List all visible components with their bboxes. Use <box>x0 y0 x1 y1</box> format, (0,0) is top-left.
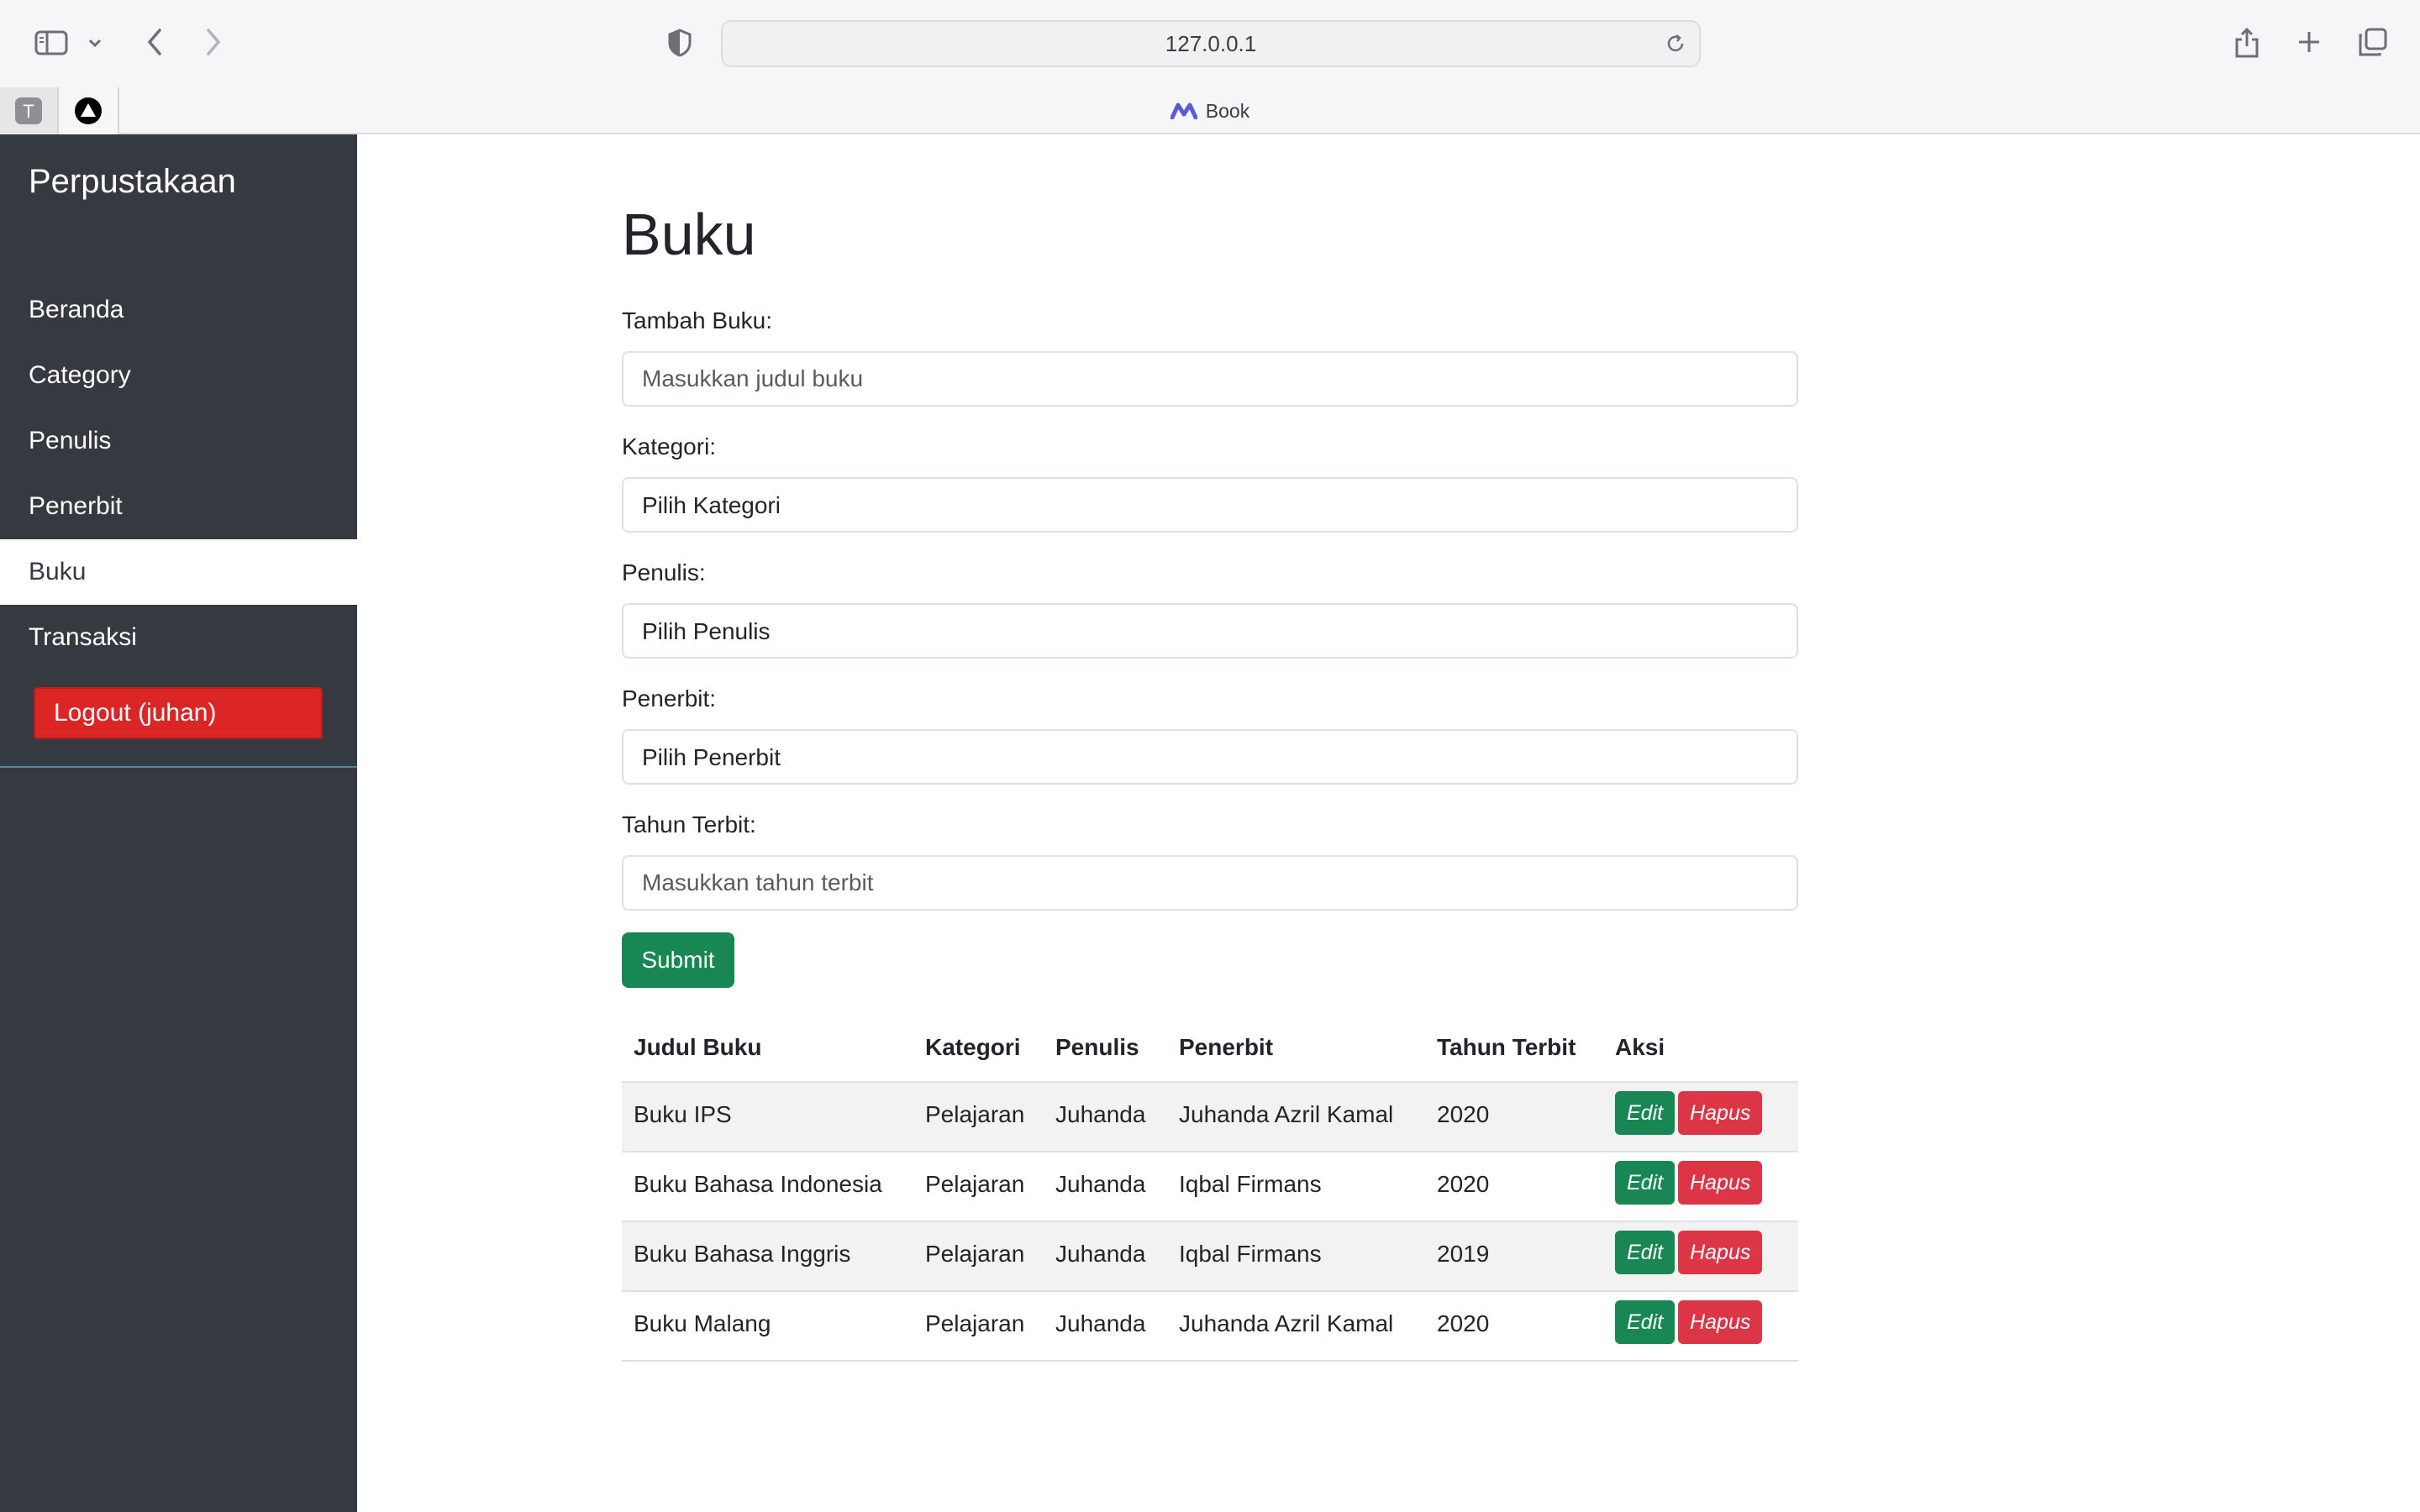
browser-toolbar: 127.0.0.1 <box>0 0 2420 87</box>
tab-strip <box>0 87 2420 134</box>
cell-judul: Buku Bahasa Indonesia <box>622 1152 913 1222</box>
edit-button[interactable]: Edit <box>1615 1231 1676 1274</box>
pinned-tab-favicon: T <box>15 97 42 124</box>
cell-kategori: Pelajaran <box>913 1082 1044 1152</box>
cell-tahun: 2020 <box>1425 1291 1603 1362</box>
sidebar-divider <box>0 766 357 768</box>
cell-penerbit: Iqbal Firmans <box>1167 1221 1425 1292</box>
cell-penerbit: Juhanda Azril Kamal <box>1167 1291 1425 1362</box>
cell-tahun: 2019 <box>1425 1221 1603 1292</box>
cell-aksi: Edit Hapus <box>1603 1082 1798 1152</box>
pinned-tab-triangle[interactable] <box>59 87 119 134</box>
cell-aksi: Edit Hapus <box>1603 1221 1798 1292</box>
penerbit-label: Penerbit: <box>622 685 717 711</box>
tahun-input[interactable] <box>622 855 1798 911</box>
header-penulis: Penulis <box>1044 1013 1167 1083</box>
edit-button[interactable]: Edit <box>1615 1161 1676 1205</box>
hapus-button[interactable]: Hapus <box>1678 1300 1763 1344</box>
sidebar-item-buku[interactable]: Buku <box>0 539 357 605</box>
sidebar-item-transaksi[interactable]: Transaksi <box>0 605 357 670</box>
cell-tahun: 2020 <box>1425 1152 1603 1222</box>
cell-kategori: Pelajaran <box>913 1152 1044 1222</box>
hapus-button[interactable]: Hapus <box>1678 1231 1763 1274</box>
cell-penulis: Juhanda <box>1044 1152 1167 1222</box>
cell-judul: Buku Bahasa Inggris <box>622 1221 913 1292</box>
books-table: Judul Buku Kategori Penulis Penerbit Tah… <box>622 1013 1798 1362</box>
pinned-tab-t[interactable]: T <box>0 87 59 134</box>
tahun-label: Tahun Terbit: <box>622 811 756 837</box>
forward-arrow-icon[interactable] <box>198 25 229 59</box>
sidebar-item-penerbit[interactable]: Penerbit <box>0 474 357 539</box>
sidebar-item-penulis[interactable]: Penulis <box>0 408 357 474</box>
hapus-button[interactable]: Hapus <box>1678 1091 1763 1135</box>
cell-penulis: Juhanda <box>1044 1221 1167 1292</box>
new-tab-plus-icon[interactable] <box>2294 27 2324 57</box>
table-row: Buku Bahasa Indonesia Pelajaran Juhanda … <box>622 1152 1798 1222</box>
reload-icon[interactable] <box>1664 32 1687 61</box>
cell-penerbit: Juhanda Azril Kamal <box>1167 1082 1425 1152</box>
brand-title[interactable]: Perpustakaan <box>29 163 236 201</box>
table-row: Buku Bahasa Inggris Pelajaran Juhanda Iq… <box>622 1221 1798 1292</box>
judul-label: Tambah Buku: <box>622 307 772 333</box>
back-arrow-icon[interactable] <box>139 25 170 59</box>
kategori-select[interactable]: Pilih Kategori <box>622 477 1798 533</box>
address-bar[interactable]: 127.0.0.1 <box>721 20 1701 67</box>
edit-button[interactable]: Edit <box>1615 1091 1676 1135</box>
header-aksi: Aksi <box>1603 1013 1798 1083</box>
chevron-down-icon[interactable] <box>84 32 106 54</box>
cell-judul: Buku IPS <box>622 1082 913 1152</box>
tab-overview-icon[interactable] <box>2356 25 2390 59</box>
cell-kategori: Pelajaran <box>913 1221 1044 1292</box>
cell-kategori: Pelajaran <box>913 1291 1044 1362</box>
sidebar-item-category[interactable]: Category <box>0 343 357 408</box>
logout-button[interactable]: Logout (juhan) <box>34 687 323 739</box>
cell-judul: Buku Malang <box>622 1291 913 1362</box>
shield-icon[interactable] <box>664 27 696 59</box>
url-text: 127.0.0.1 <box>1165 30 1257 56</box>
cell-aksi: Edit Hapus <box>1603 1152 1798 1222</box>
pinned-tab-letter: T <box>23 101 34 122</box>
sidebar-nav: Beranda Category Penulis Penerbit Buku T… <box>0 277 357 670</box>
edit-button[interactable]: Edit <box>1615 1300 1676 1344</box>
cell-aksi: Edit Hapus <box>1603 1291 1798 1362</box>
kategori-label: Kategori: <box>622 433 717 459</box>
header-tahun: Tahun Terbit <box>1425 1013 1603 1083</box>
header-judul: Judul Buku <box>622 1013 913 1083</box>
penulis-label: Penulis: <box>622 559 706 585</box>
triangle-logo-icon <box>75 97 102 124</box>
cell-tahun: 2020 <box>1425 1082 1603 1152</box>
judul-input[interactable] <box>622 351 1798 407</box>
header-penerbit: Penerbit <box>1167 1013 1425 1083</box>
cell-penulis: Juhanda <box>1044 1082 1167 1152</box>
hapus-button[interactable]: Hapus <box>1678 1161 1763 1205</box>
cell-penulis: Juhanda <box>1044 1291 1167 1362</box>
penerbit-select[interactable]: Pilih Penerbit <box>622 729 1798 785</box>
sidebar-toggle-icon[interactable] <box>32 29 71 57</box>
penulis-select[interactable]: Pilih Penulis <box>622 603 1798 659</box>
table-row: Buku IPS Pelajaran Juhanda Juhanda Azril… <box>622 1082 1798 1152</box>
cell-penerbit: Iqbal Firmans <box>1167 1152 1425 1222</box>
share-icon[interactable] <box>2230 24 2264 62</box>
header-kategori: Kategori <box>913 1013 1044 1083</box>
table-header-row: Judul Buku Kategori Penulis Penerbit Tah… <box>622 1013 1798 1083</box>
page-title: Buku <box>622 202 756 267</box>
sidebar-item-beranda[interactable]: Beranda <box>0 277 357 343</box>
sidebar: Perpustakaan Beranda Category Penulis Pe… <box>0 134 357 1512</box>
submit-button[interactable]: Submit <box>622 932 734 988</box>
table-row: Buku Malang Pelajaran Juhanda Juhanda Az… <box>622 1291 1798 1362</box>
